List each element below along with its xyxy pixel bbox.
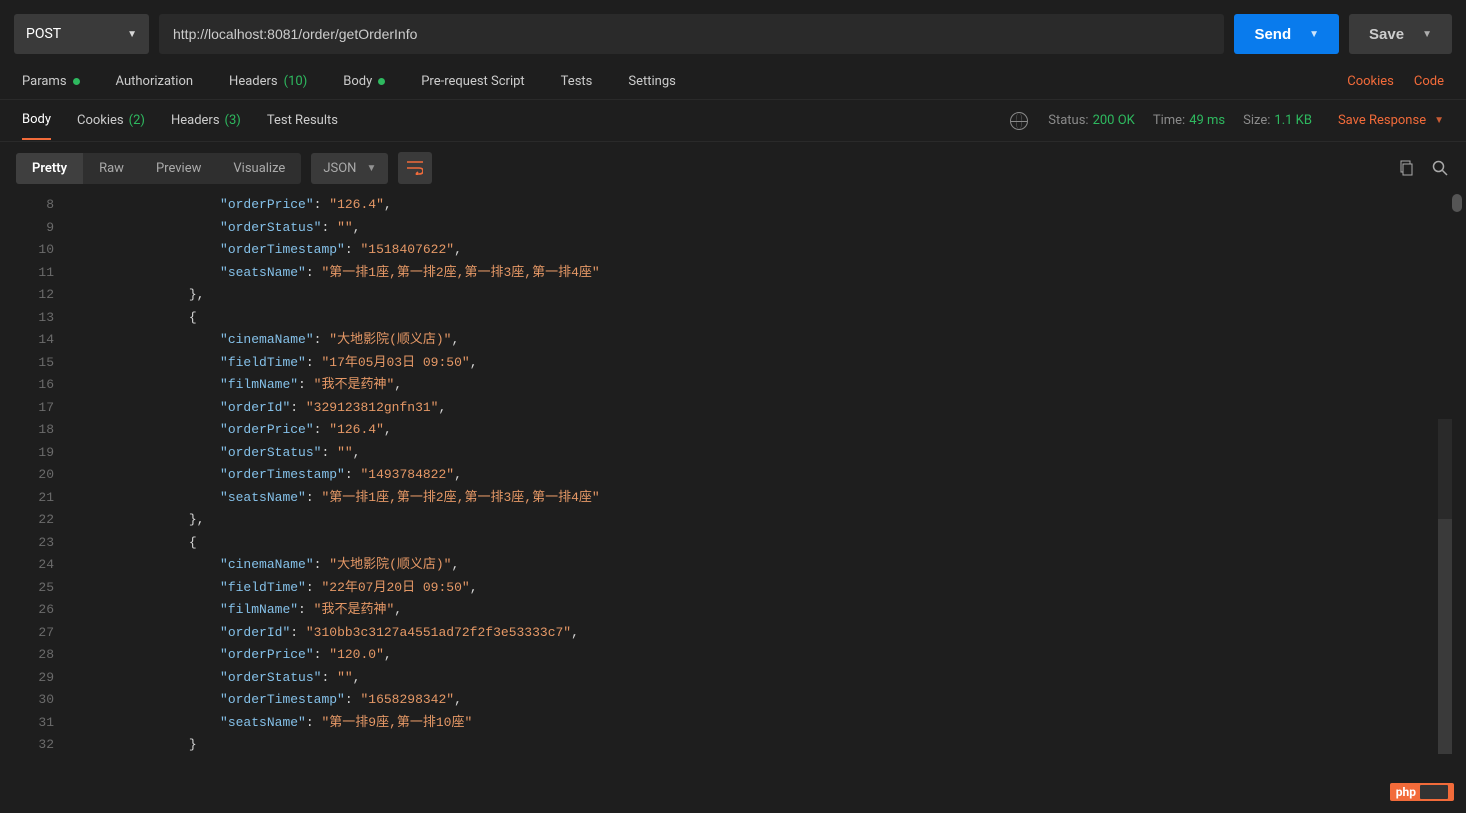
chevron-down-icon: ▼ [127, 29, 137, 40]
tab-prerequest[interactable]: Pre-request Script [421, 74, 524, 89]
code-line: "orderStatus": "", [64, 667, 1446, 690]
code-content: "orderPrice": "126.4", "orderStatus": ""… [64, 194, 1446, 754]
watermark-badge: php [1390, 783, 1454, 801]
http-method-select[interactable]: POST ▼ [14, 14, 149, 54]
globe-icon[interactable] [1010, 112, 1028, 130]
chevron-down-icon: ▼ [1309, 29, 1319, 40]
view-raw-button[interactable]: Raw [83, 153, 140, 184]
resp-tab-body[interactable]: Body [22, 101, 51, 140]
code-line: "orderPrice": "126.4", [64, 419, 1446, 442]
code-line: { [64, 307, 1446, 330]
indicator-dot-icon [378, 78, 385, 85]
tab-authorization[interactable]: Authorization [116, 74, 194, 89]
tab-tests[interactable]: Tests [561, 74, 593, 89]
view-preview-button[interactable]: Preview [140, 153, 217, 184]
code-line: "orderTimestamp": "1518407622", [64, 239, 1446, 262]
view-visualize-button[interactable]: Visualize [217, 153, 301, 184]
code-line: "filmName": "我不是药神", [64, 374, 1446, 397]
wrap-lines-button[interactable] [398, 152, 432, 184]
code-line: "fieldTime": "22年07月20日 09:50", [64, 577, 1446, 600]
watermark-cn-icon [1420, 785, 1448, 799]
minimap-scrollbar[interactable] [1438, 419, 1452, 754]
scrollbar-thumb[interactable] [1452, 194, 1462, 212]
code-line: "orderStatus": "", [64, 217, 1446, 240]
code-line: "fieldTime": "17年05月03日 09:50", [64, 352, 1446, 375]
resp-tab-headers[interactable]: Headers(3) [171, 102, 241, 139]
code-line: "seatsName": "第一排9座,第一排10座" [64, 712, 1446, 735]
code-line: "orderId": "329123812gnfn31", [64, 397, 1446, 420]
minimap-thumb[interactable] [1438, 519, 1452, 754]
search-icon [1432, 160, 1448, 176]
status-meta: Status:200 OK [1048, 113, 1135, 128]
send-button[interactable]: Send ▼ [1234, 14, 1339, 54]
save-button[interactable]: Save ▼ [1349, 14, 1452, 54]
save-button-label: Save [1369, 26, 1404, 43]
code-line: "filmName": "我不是药神", [64, 599, 1446, 622]
code-line: "cinemaName": "大地影院(顺义店)", [64, 329, 1446, 352]
http-method-value: POST [26, 26, 61, 42]
code-line: } [64, 734, 1446, 754]
tab-params[interactable]: Params [22, 74, 80, 89]
code-line: "orderStatus": "", [64, 442, 1446, 465]
size-meta: Size:1.1 KB [1243, 113, 1312, 128]
save-response-button[interactable]: Save Response ▼ [1338, 113, 1444, 128]
chevron-down-icon: ▼ [1434, 115, 1444, 126]
code-link[interactable]: Code [1414, 74, 1444, 89]
time-meta: Time:49 ms [1153, 113, 1225, 128]
code-line: }, [64, 509, 1446, 532]
chevron-down-icon: ▼ [1422, 29, 1432, 40]
response-body-viewer[interactable]: 8910111213141516171819202122232425262728… [0, 194, 1466, 754]
resp-tab-test-results[interactable]: Test Results [267, 102, 338, 139]
code-line: "cinemaName": "大地影院(顺义店)", [64, 554, 1446, 577]
code-line: }, [64, 284, 1446, 307]
chevron-down-icon: ▼ [366, 163, 376, 174]
tab-settings[interactable]: Settings [628, 74, 675, 89]
wrap-icon [407, 161, 423, 175]
code-line: "orderTimestamp": "1658298342", [64, 689, 1446, 712]
view-pretty-button[interactable]: Pretty [16, 153, 83, 184]
code-line: "orderPrice": "120.0", [64, 644, 1446, 667]
request-url-input[interactable] [159, 14, 1224, 54]
code-line: "seatsName": "第一排1座,第一排2座,第一排3座,第一排4座" [64, 262, 1446, 285]
code-line: { [64, 532, 1446, 555]
code-line: "orderPrice": "126.4", [64, 194, 1446, 217]
code-line: "orderTimestamp": "1493784822", [64, 464, 1446, 487]
resp-tab-cookies[interactable]: Cookies(2) [77, 102, 145, 139]
code-line: "orderId": "310bb3c3127a4551ad72f2f3e533… [64, 622, 1446, 645]
format-select[interactable]: JSON ▼ [311, 153, 388, 184]
copy-button[interactable] [1396, 158, 1416, 178]
view-mode-group: Pretty Raw Preview Visualize [16, 153, 301, 184]
cookies-link[interactable]: Cookies [1347, 74, 1394, 89]
tab-body[interactable]: Body [343, 74, 385, 89]
tab-headers[interactable]: Headers (10) [229, 74, 307, 89]
copy-icon [1398, 160, 1414, 176]
line-number-gutter: 8910111213141516171819202122232425262728… [0, 194, 64, 754]
indicator-dot-icon [73, 78, 80, 85]
code-line: "seatsName": "第一排1座,第一排2座,第一排3座,第一排4座" [64, 487, 1446, 510]
send-button-label: Send [1254, 26, 1291, 43]
search-button[interactable] [1430, 158, 1450, 178]
